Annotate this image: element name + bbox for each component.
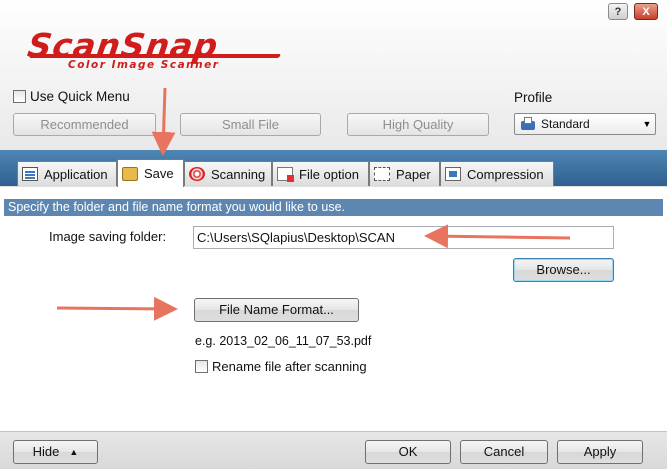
ok-button[interactable]: OK <box>365 440 451 464</box>
close-button[interactable]: X <box>634 3 658 20</box>
small-file-button[interactable]: Small File <box>180 113 321 136</box>
tab-compression[interactable]: Compression <box>440 161 554 186</box>
scanner-icon <box>521 117 535 131</box>
file-option-icon <box>277 167 294 182</box>
chevron-down-icon[interactable]: ▼ <box>639 119 655 129</box>
tab-label: Compression <box>467 166 544 182</box>
scansnap-settings-window: ? X ScanSnap Color Image Scanner Use Qui… <box>0 0 667 469</box>
image-saving-folder-input[interactable]: C:\Users\SQlapius\Desktop\SCAN <box>193 226 614 249</box>
compression-icon <box>445 167 461 181</box>
hide-button-label: Hide <box>32 444 60 459</box>
tab-save[interactable]: Save <box>117 159 184 187</box>
folder-icon <box>122 166 138 181</box>
paper-icon <box>374 167 390 181</box>
tab-file-option[interactable]: File option <box>272 161 369 186</box>
chevron-up-icon: ▲ <box>69 447 79 457</box>
browse-button[interactable]: Browse... <box>513 258 614 282</box>
tab-scanning[interactable]: Scanning <box>184 161 272 186</box>
tab-label: Save <box>144 166 174 181</box>
use-quick-menu-label: Use Quick Menu <box>30 89 130 104</box>
scansnap-logo: ScanSnap Color Image Scanner <box>25 26 328 72</box>
profile-selected-value: Standard <box>541 117 590 131</box>
file-name-format-button[interactable]: File Name Format... <box>194 298 359 322</box>
tab-paper[interactable]: Paper <box>369 161 440 186</box>
tab-application[interactable]: Application <box>17 161 117 186</box>
tab-label: Application <box>44 166 108 182</box>
rename-file-checkbox[interactable] <box>195 360 208 373</box>
image-saving-folder-label: Image saving folder: <box>49 229 167 244</box>
tab-label: Scanning <box>211 166 266 182</box>
apply-button[interactable]: Apply <box>557 440 643 464</box>
file-name-example: e.g. 2013_02_06_11_07_53.pdf <box>195 334 372 348</box>
profile-dropdown[interactable]: Standard ▼ <box>514 113 656 135</box>
rename-file-label: Rename file after scanning <box>212 359 367 374</box>
hide-button[interactable]: Hide ▲ <box>13 440 98 464</box>
application-icon <box>22 167 38 181</box>
logo-sub-text: Color Image Scanner <box>68 59 220 71</box>
panel-description: Specify the folder and file name format … <box>4 199 663 216</box>
tab-label: Paper <box>396 166 431 182</box>
high-quality-button[interactable]: High Quality <box>347 113 489 136</box>
cancel-button[interactable]: Cancel <box>460 440 548 464</box>
recommended-button[interactable]: Recommended <box>13 113 156 136</box>
help-button[interactable]: ? <box>608 3 628 20</box>
use-quick-menu-option[interactable]: Use Quick Menu <box>13 89 130 104</box>
scanning-icon <box>189 167 205 181</box>
profile-label: Profile <box>514 90 553 105</box>
tab-label: File option <box>299 166 359 182</box>
use-quick-menu-checkbox[interactable] <box>13 90 26 103</box>
rename-file-option[interactable]: Rename file after scanning <box>195 359 367 374</box>
arrow-to-save-tab <box>151 87 176 156</box>
